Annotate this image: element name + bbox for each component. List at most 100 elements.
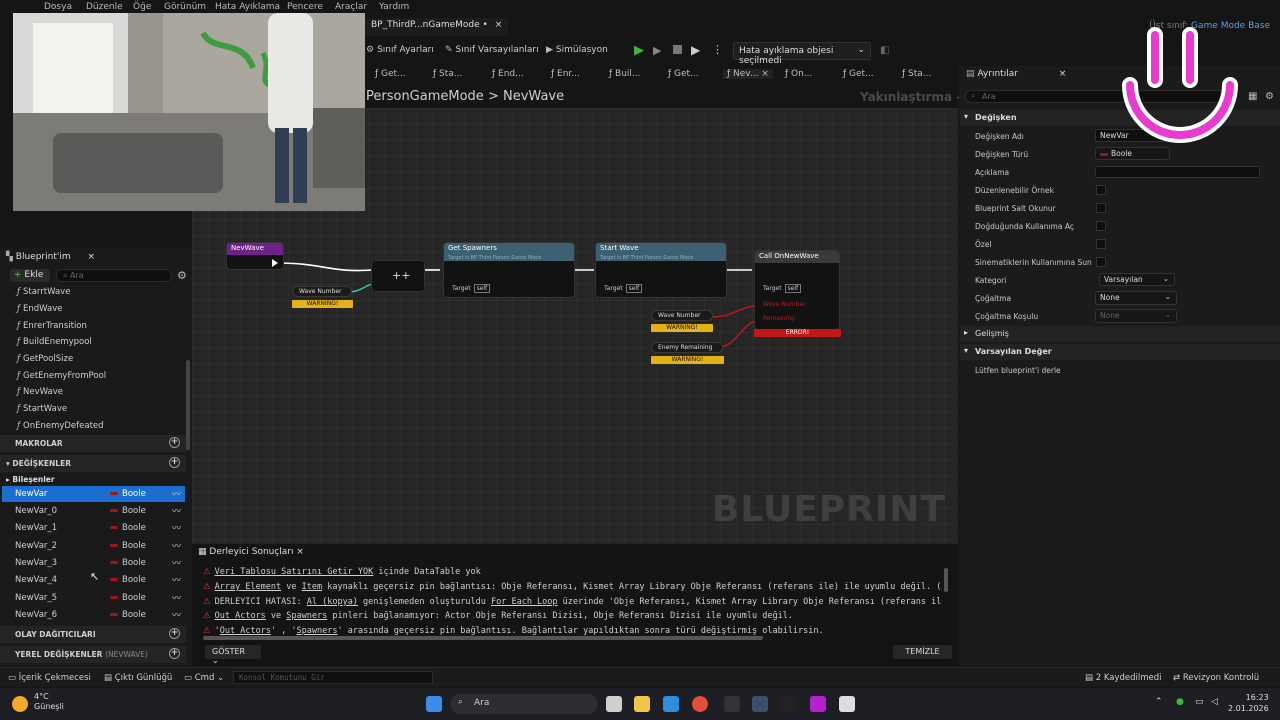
menu-view[interactable]: Görünüm bbox=[164, 2, 206, 12]
show-button[interactable]: GÖSTER ⌄ bbox=[205, 645, 261, 665]
compiler-message[interactable]: ⚠ Veri Tablosu Satırını Getir YOK içinde … bbox=[203, 567, 481, 577]
clock[interactable]: 16:23 2.01.2026 bbox=[1228, 692, 1269, 714]
category-select[interactable]: Varsayılan ⌄ bbox=[1099, 273, 1175, 286]
description-input[interactable] bbox=[1095, 166, 1260, 178]
start-wave-node[interactable]: Start Wave Target is BP Third Person Gam… bbox=[595, 242, 727, 298]
stop-icon[interactable] bbox=[673, 45, 682, 54]
target-pin[interactable]: Target self bbox=[604, 284, 643, 293]
function-item[interactable]: ƒ GetEnemyFromPool bbox=[17, 371, 106, 381]
target-pin[interactable]: Target self bbox=[452, 284, 491, 293]
message-link[interactable]: Al (kopya) bbox=[307, 597, 358, 607]
message-link[interactable]: Veri Tablosu Satırını Getir YOK bbox=[215, 567, 374, 577]
graph-tab[interactable]: ƒ Get... bbox=[668, 69, 699, 79]
settings-icon[interactable]: ⚙ bbox=[177, 269, 187, 282]
replication-icon[interactable]: 〰 bbox=[172, 608, 181, 621]
variables-section[interactable]: ▾ DEĞİŞKENLER + bbox=[0, 455, 186, 472]
app-icon[interactable] bbox=[724, 696, 740, 712]
default-value-section[interactable]: ▾ Varsayılan Değer bbox=[960, 344, 1280, 360]
close-icon[interactable]: × bbox=[761, 69, 769, 79]
message-link[interactable]: Array Element bbox=[215, 582, 282, 592]
taskbar-search[interactable]: ⌕ Ara bbox=[450, 694, 598, 714]
menu-tools[interactable]: Araçlar bbox=[335, 2, 367, 12]
class-defaults-button[interactable]: ✎ Sınıf Varsayılanları bbox=[445, 45, 539, 55]
function-item[interactable]: ƒ EndWave bbox=[17, 304, 62, 314]
start-icon[interactable] bbox=[426, 696, 442, 712]
chrome-icon[interactable] bbox=[692, 696, 708, 712]
event-dispatchers-section[interactable]: OLAY DAĞITICILARI + bbox=[0, 626, 186, 643]
replication-icon[interactable]: 〰 bbox=[172, 504, 181, 517]
close-icon[interactable]: × bbox=[495, 20, 503, 30]
volume-icon[interactable]: ◁ bbox=[1211, 697, 1218, 707]
store-icon[interactable] bbox=[663, 696, 679, 712]
close-icon[interactable]: × bbox=[1059, 69, 1067, 79]
variable-row[interactable]: NewVar_6 Boole 〰 bbox=[2, 607, 185, 623]
replication-select[interactable]: None ⌄ bbox=[1095, 291, 1177, 305]
menu-edit[interactable]: Düzenle bbox=[86, 2, 123, 12]
tray-chevron-icon[interactable]: ⌃ bbox=[1155, 697, 1163, 707]
menu-help[interactable]: Yardım bbox=[379, 2, 409, 12]
replication-icon[interactable]: 〰 bbox=[172, 487, 181, 500]
message-link[interactable]: Out Actors bbox=[220, 626, 271, 635]
call-onnewwave-node[interactable]: Call OnNewWave Target self Wave Number Re… bbox=[754, 250, 840, 330]
private-checkbox[interactable] bbox=[1096, 239, 1106, 249]
play-icon[interactable]: ▶ bbox=[634, 43, 644, 58]
console-input[interactable]: Konsol Komutunu Gir bbox=[233, 671, 433, 684]
my-blueprint-tab[interactable]: ▚ Blueprint'im × bbox=[6, 252, 95, 262]
function-item[interactable]: ƒ StarrtWave bbox=[17, 287, 70, 297]
find-icon[interactable]: ◧ bbox=[880, 45, 889, 56]
remaining-pin[interactable]: Remaining bbox=[763, 315, 795, 322]
function-item[interactable]: ƒ BuildEnemypool bbox=[17, 337, 92, 347]
function-item[interactable]: ƒ GetPoolSize bbox=[17, 354, 73, 364]
replication-icon[interactable]: 〰 bbox=[172, 556, 181, 569]
enemy-remaining-getter[interactable]: Enemy Remaining bbox=[651, 342, 723, 353]
variable-row-selected[interactable]: NewVar Boole 〰 bbox=[2, 486, 185, 502]
message-link[interactable]: Spawners bbox=[297, 626, 338, 635]
compiler-message[interactable]: ⚠ DERLEYICI HATASI: Al (kopya) genişlemed… bbox=[203, 597, 942, 607]
graph-tab[interactable]: ƒ Enr... bbox=[551, 69, 580, 79]
revision-control-button[interactable]: ⇄ Revizyon Kontrolü bbox=[1173, 673, 1259, 683]
rep-condition-select[interactable]: None ⌄ bbox=[1095, 309, 1177, 323]
expose-spawn-checkbox[interactable] bbox=[1096, 221, 1106, 231]
readonly-checkbox[interactable] bbox=[1096, 203, 1106, 213]
scrollbar[interactable] bbox=[944, 568, 948, 592]
search-input[interactable]: ⌕ Ara bbox=[56, 269, 172, 282]
cinematics-checkbox[interactable] bbox=[1096, 257, 1106, 267]
replication-icon[interactable]: 〰 bbox=[172, 591, 181, 604]
function-item[interactable]: ƒ NevWave bbox=[17, 387, 63, 397]
content-drawer-button[interactable]: ▭ İçerik Çekmecesi bbox=[8, 673, 91, 683]
message-link[interactable]: Spawners bbox=[286, 611, 327, 621]
get-spawners-node[interactable]: Get Spawners Target is BP Third Person G… bbox=[443, 242, 575, 298]
add-local-variable-icon[interactable]: + bbox=[169, 648, 180, 659]
compiler-message[interactable]: ⚠ 'Out Actors' , 'Spawners' arasında geçe… bbox=[203, 626, 824, 635]
document-tab[interactable]: BP_ThirdP...nGameMode • × bbox=[365, 18, 509, 36]
graph-tab[interactable]: ƒ End... bbox=[492, 69, 524, 79]
function-item[interactable]: ƒ OnEnemyDefeated bbox=[17, 421, 104, 431]
increment-node[interactable]: ++ bbox=[371, 260, 425, 292]
add-dispatcher-icon[interactable]: + bbox=[169, 628, 180, 639]
editable-checkbox[interactable] bbox=[1096, 185, 1106, 195]
graph-tab[interactable]: ƒ Get... bbox=[843, 69, 874, 79]
variable-row[interactable]: NewVar_3 Boole 〰 bbox=[2, 555, 185, 571]
variable-row[interactable]: NewVar_5 Boole 〰 bbox=[2, 590, 185, 606]
target-pin[interactable]: Target self bbox=[763, 284, 802, 293]
wave-number-getter-2[interactable]: Wave Number bbox=[651, 310, 713, 321]
function-item[interactable]: ƒ EnrerTransition bbox=[17, 321, 87, 331]
output-log-button[interactable]: ▤ Çıktı Günlüğü bbox=[104, 673, 172, 683]
graph-tab[interactable]: ƒ Get... bbox=[375, 69, 406, 79]
menu-asset[interactable]: Öğe bbox=[133, 2, 151, 12]
message-link[interactable]: Item bbox=[302, 582, 322, 592]
variable-row[interactable]: NewVar_0 Boole 〰 bbox=[2, 503, 185, 519]
breadcrumb-parent[interactable]: PersonGameMode bbox=[366, 89, 484, 104]
details-tab[interactable]: ▤ Ayrıntılar × bbox=[966, 69, 1066, 79]
step-icon[interactable]: ▶ bbox=[653, 44, 661, 57]
unreal-engine-icon[interactable] bbox=[839, 696, 855, 712]
close-icon[interactable]: × bbox=[296, 547, 304, 557]
compiler-results-tab[interactable]: ▦ Derleyici Sonuçları × bbox=[198, 547, 304, 557]
wave-number-pin[interactable]: Wave Number bbox=[763, 301, 805, 308]
message-link[interactable]: Out Actors bbox=[215, 611, 266, 621]
graph-tab[interactable]: ƒ On... bbox=[785, 69, 812, 79]
class-settings-button[interactable]: ⚙ Sınıf Ayarları bbox=[366, 45, 434, 55]
add-macro-icon[interactable]: + bbox=[169, 437, 180, 448]
weather-icon[interactable] bbox=[12, 696, 28, 712]
function-item[interactable]: ƒ StartWave bbox=[17, 404, 67, 414]
